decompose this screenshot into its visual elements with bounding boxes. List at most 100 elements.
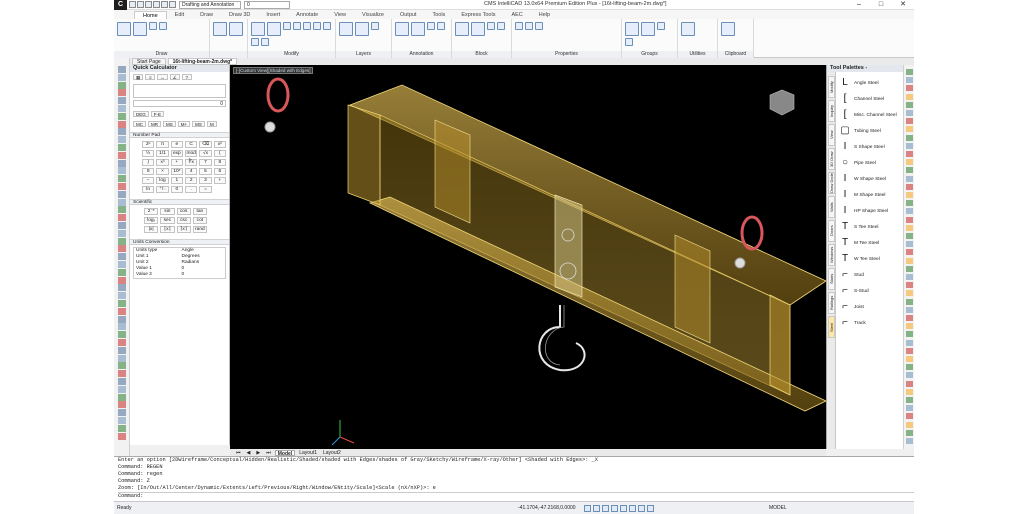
left-tool-icon[interactable] xyxy=(118,97,126,105)
calc-mode-button[interactable]: F-E xyxy=(150,111,165,117)
calc-key[interactable]: 3 xyxy=(199,177,212,184)
palette-item[interactable]: T M Tee Steel xyxy=(839,235,879,251)
scientific-key[interactable]: cot xyxy=(192,217,207,224)
tab-visualize[interactable]: Visualize xyxy=(354,11,392,19)
calc-clear-icon[interactable]: ▦ xyxy=(133,74,144,80)
calc-key[interactable]: 1/1 xyxy=(156,150,169,157)
redo-icon[interactable] xyxy=(169,1,176,8)
calc-key[interactable]: 7 xyxy=(199,159,212,166)
right-tool-icon[interactable] xyxy=(906,380,913,387)
left-tool-icon[interactable] xyxy=(118,190,126,198)
right-tool-icon[interactable] xyxy=(906,93,913,100)
minimize-button[interactable]: – xyxy=(848,0,870,10)
group-manager-icon[interactable] xyxy=(625,22,639,36)
scientific-key[interactable]: cos xyxy=(176,208,191,215)
open-file-icon[interactable] xyxy=(137,1,144,8)
right-tool-icon[interactable] xyxy=(906,429,913,436)
quick-group-icon[interactable] xyxy=(641,22,655,36)
calc-key[interactable]: − xyxy=(142,177,155,184)
layout-nav-button[interactable]: ◀ xyxy=(245,450,253,456)
status-model-icon[interactable] xyxy=(647,505,654,512)
calc-angle-icon[interactable]: ∠ xyxy=(169,74,180,80)
left-tool-icon[interactable] xyxy=(118,409,126,417)
right-tool-icon[interactable] xyxy=(906,142,913,149)
right-tool-icon[interactable] xyxy=(906,167,913,174)
left-tool-icon[interactable] xyxy=(118,370,126,378)
calc-key[interactable]: ⌫ xyxy=(199,141,212,148)
calc-key[interactable]: 5 xyxy=(199,168,212,175)
palette-item[interactable]: ⌐ Stud xyxy=(839,267,864,283)
right-tool-icon[interactable] xyxy=(906,274,913,280)
calc-key[interactable]: ln xyxy=(142,186,155,193)
left-tool-icon[interactable] xyxy=(118,144,126,151)
left-tool-icon[interactable] xyxy=(118,424,126,432)
right-tool-icon[interactable] xyxy=(906,347,913,354)
palette-tab-doors[interactable]: Doors xyxy=(828,220,835,242)
calc-key[interactable]: ( xyxy=(213,150,226,157)
tab-output[interactable]: Output xyxy=(392,11,425,19)
calc-key[interactable]: + xyxy=(170,159,183,166)
drawing-viewport[interactable]: [-]Custom View][Shaded with Edges] xyxy=(230,65,826,449)
right-tool-icon[interactable] xyxy=(906,290,913,297)
right-tool-icon[interactable] xyxy=(906,397,913,403)
right-tool-icon[interactable] xyxy=(906,159,913,166)
left-tool-icon[interactable] xyxy=(118,346,126,354)
calc-key[interactable]: 2ⁿ xyxy=(142,141,155,148)
layer-dropdown[interactable]: 0 xyxy=(244,0,290,9)
layer-match-icon[interactable] xyxy=(355,22,369,36)
right-tool-icon[interactable] xyxy=(906,331,913,338)
right-tool-icon[interactable] xyxy=(906,69,913,75)
calc-distance-icon[interactable]: ↔ xyxy=(157,74,168,80)
left-tool-icon[interactable] xyxy=(118,183,126,190)
scientific-key[interactable]: |x| xyxy=(144,226,159,233)
right-tool-icon[interactable] xyxy=(906,282,913,289)
scientific-key[interactable]: tan xyxy=(192,208,207,215)
palette-tab-view[interactable]: View xyxy=(828,124,835,146)
palette-item[interactable]: I M Shape Steel xyxy=(839,187,886,203)
document-tab[interactable]: Start Page xyxy=(132,58,166,65)
left-tool-icon[interactable] xyxy=(118,128,126,136)
new-file-icon[interactable] xyxy=(129,1,136,8)
left-tool-icon[interactable] xyxy=(118,105,126,112)
tab-home[interactable]: Home xyxy=(134,11,167,19)
layout-tab[interactable]: Layout2 xyxy=(321,450,343,456)
left-tool-icon[interactable] xyxy=(118,81,126,89)
calc-key[interactable]: × xyxy=(156,168,169,175)
scientific-key[interactable]: ⌊x⌋ xyxy=(160,226,175,233)
right-tool-icon[interactable] xyxy=(906,421,913,428)
save-icon[interactable] xyxy=(145,1,152,8)
calc-key[interactable]: π xyxy=(156,141,169,148)
clone-icon[interactable] xyxy=(293,22,301,30)
status-otrack-icon[interactable] xyxy=(629,505,636,512)
memory-button[interactable]: MS xyxy=(192,121,205,127)
left-tool-icon[interactable] xyxy=(118,136,126,144)
multileader-icon[interactable] xyxy=(437,22,445,30)
calc-key[interactable]: mod xyxy=(184,150,198,157)
left-tool-icon[interactable] xyxy=(118,222,126,229)
right-tool-icon[interactable] xyxy=(906,183,913,190)
polyline-icon[interactable] xyxy=(133,22,147,36)
palette-item[interactable]: ⌐ Joist xyxy=(839,299,864,315)
units-row-value[interactable]: 0 xyxy=(180,272,226,278)
tab-tools[interactable]: Tools xyxy=(424,11,453,19)
left-tool-icon[interactable] xyxy=(118,362,126,370)
palette-tab-3d-draw[interactable]: 3D Draw xyxy=(828,148,835,170)
left-tool-icon[interactable] xyxy=(118,120,126,128)
scientific-key[interactable]: csc xyxy=(176,217,191,224)
palette-item[interactable]: I HP Shape Steel xyxy=(839,203,888,219)
right-tool-icon[interactable] xyxy=(906,224,913,231)
left-tool-icon[interactable] xyxy=(118,417,126,424)
palette-tab-steel[interactable]: Steel xyxy=(828,316,835,338)
calc-key[interactable]: √x xyxy=(199,150,212,157)
calc-mode-button[interactable]: DEG xyxy=(133,111,149,117)
command-input[interactable]: Command: xyxy=(118,492,914,499)
right-tool-icon[interactable] xyxy=(906,175,913,182)
copy-icon[interactable] xyxy=(251,22,265,36)
line-icon[interactable] xyxy=(117,22,131,36)
layout-tab[interactable]: Layout1 xyxy=(297,450,319,456)
block-editor-icon[interactable] xyxy=(497,22,505,30)
tab-draw-3d[interactable]: Draw 3D xyxy=(221,11,258,19)
tab-help[interactable]: Help xyxy=(531,11,558,19)
palette-tab-walls[interactable]: Walls xyxy=(828,196,835,218)
palette-item[interactable]: [Misc. Channel Steel xyxy=(839,107,897,123)
